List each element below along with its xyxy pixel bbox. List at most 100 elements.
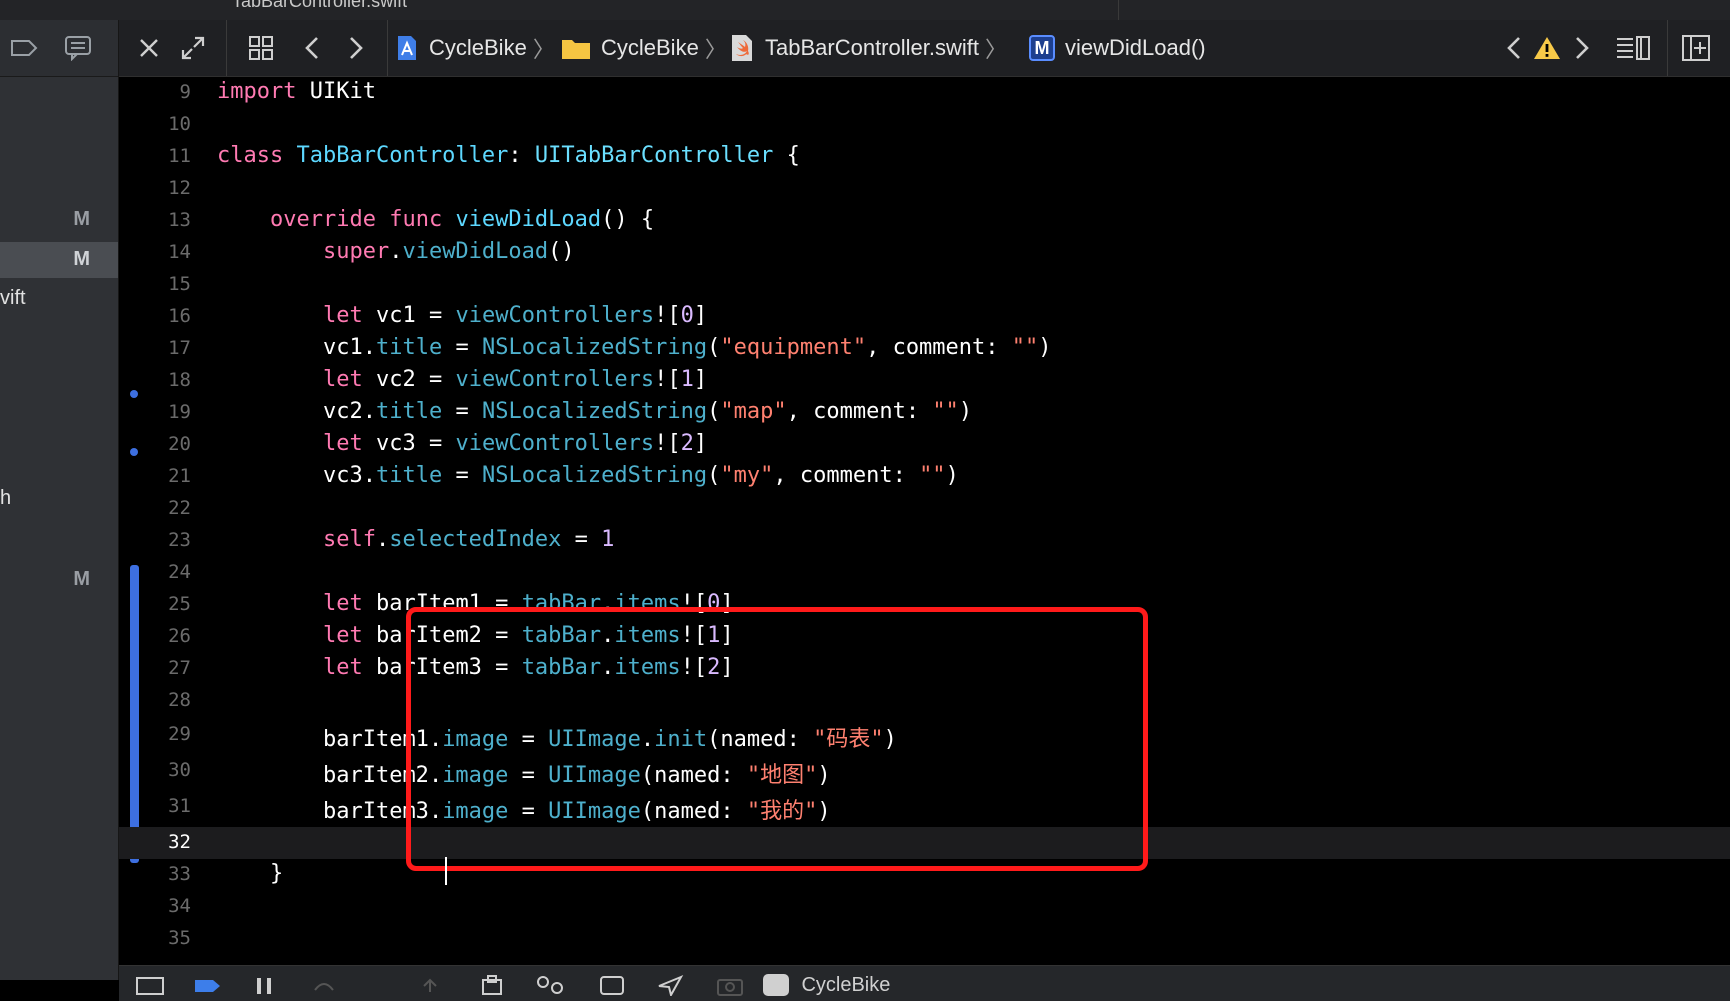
method-icon: M [1029,35,1055,61]
next-issue-chevron-icon[interactable] [1573,20,1591,76]
editor-options-icon[interactable] [1615,20,1651,76]
breadcrumb-folder[interactable]: CycleBike 〉 [561,20,727,76]
jumpbar-divider [387,20,388,76]
line-number: 30 [168,759,191,781]
jump-bar: CycleBike 〉 CycleBike 〉 TabBarController… [119,20,1730,77]
jumpbar-divider [226,20,227,76]
back-chevron-icon[interactable] [303,20,321,76]
navigator-file-name: h [0,487,12,509]
memory-graph-icon[interactable] [535,974,565,996]
code-line: 17 vc1.title = NSLocalizedString("equipm… [119,333,1730,365]
breadcrumb-folder-label: CycleBike [601,35,699,60]
line-number: 16 [168,305,191,327]
comment-icon[interactable] [64,34,92,62]
code-line: 9 import UIKit [119,77,1730,109]
code-line: 10 [119,109,1730,141]
code-line: 13 override func viewDidLoad() { [119,205,1730,237]
tag-icon[interactable] [10,34,38,62]
breadcrumb-method[interactable]: M viewDidLoad() [1029,20,1206,76]
forward-chevron-icon[interactable] [347,20,365,76]
environment-overrides-icon[interactable] [597,974,627,996]
line-number: 27 [168,657,191,679]
app-target-icon [763,974,789,996]
camera-icon[interactable] [715,974,745,996]
code-line: 20 let vc3 = viewControllers![2] [119,429,1730,461]
line-number: 28 [168,689,191,711]
breadcrumb-file-label: TabBarController.swift [765,35,979,60]
line-number: 18 [168,369,191,391]
top-tab-title[interactable]: TabBarController.swift [232,0,407,12]
modified-badge: M [73,208,90,230]
tab-divider [1118,0,1119,20]
related-items-icon[interactable] [247,20,275,76]
code-line: 14 super.viewDidLoad() [119,237,1730,269]
debug-scheme-label: CycleBike [801,974,891,996]
code-line: 21 vc3.title = NSLocalizedString("my", c… [119,461,1730,493]
line-number: 31 [168,795,191,817]
line-number: 19 [168,401,191,423]
code-line: 22 [119,493,1730,525]
warning-icon[interactable] [1533,20,1561,76]
code-line: 16 let vc1 = viewControllers![0] [119,301,1730,333]
code-line: 35 [119,923,1730,955]
line-number: 29 [168,723,191,745]
line-number: 17 [168,337,191,359]
line-number: 9 [179,81,191,103]
code-line: 12 [119,173,1730,205]
breadcrumb-chevron-icon: 〉 [704,37,727,62]
navigator-row[interactable]: vift [0,282,118,318]
top-tab-strip: TabBarController.swift [0,0,1730,21]
line-number: 14 [168,241,191,263]
navigator-row-selected[interactable]: M [0,242,118,278]
line-number: 34 [168,895,191,917]
step-over-icon[interactable] [309,974,339,996]
line-number: 22 [168,497,191,519]
modified-badge: M [73,248,90,270]
jumpbar-divider [1667,20,1668,76]
close-icon[interactable] [137,20,161,76]
navigator-row[interactable]: M [0,202,118,238]
breadcrumb-project[interactable]: CycleBike 〉 [395,20,555,76]
pause-icon[interactable] [251,974,281,996]
line-number: 25 [168,593,191,615]
expand-icon[interactable] [179,20,207,76]
line-number: 35 [168,927,191,949]
line-number: 20 [168,433,191,455]
line-number: 21 [168,465,191,487]
code-line: 34 [119,891,1730,923]
prev-issue-chevron-icon[interactable] [1505,20,1523,76]
red-highlight-annotation [406,607,1148,871]
line-number: 24 [168,561,191,583]
add-editor-icon[interactable] [1681,20,1711,76]
line-number: 26 [168,625,191,647]
code-line: 18 let vc2 = viewControllers![1] [119,365,1730,397]
debug-scheme-selector[interactable]: CycleBike [763,974,963,996]
breadcrumb-chevron-icon: 〉 [532,37,555,62]
line-number: 10 [168,113,191,135]
debug-bar: CycleBike [119,965,1730,1001]
line-number: 32 [168,831,191,853]
simulate-location-icon[interactable] [655,974,685,998]
text-caret [445,857,447,885]
code-line: 24 [119,557,1730,589]
step-out-icon[interactable] [415,974,445,996]
line-number: 13 [168,209,191,231]
navigator-row[interactable]: h [0,482,118,518]
code-line: 11 class TabBarController: UITabBarContro… [119,141,1730,173]
project-navigator: M M vift h M [0,20,119,980]
hide-debug-area-icon[interactable] [135,974,165,996]
breadcrumb-file[interactable]: TabBarController.swift 〉 [731,20,1007,76]
folder-icon [561,36,591,60]
navigator-row[interactable]: M [0,562,118,598]
navigator-file-name: vift [0,287,26,309]
line-number: 15 [168,273,191,295]
debug-view-hierarchy-icon[interactable] [477,974,507,996]
app-project-icon [395,35,419,61]
breakpoints-icon[interactable] [193,974,223,996]
swift-file-icon [731,34,753,62]
code-line: 23 self.selectedIndex = 1 [119,525,1730,557]
breadcrumb-project-label: CycleBike [429,35,527,60]
breadcrumb-method-label: viewDidLoad() [1065,35,1206,60]
breadcrumb-chevron-icon: 〉 [984,37,1007,62]
navigator-filter-bar [0,20,118,77]
